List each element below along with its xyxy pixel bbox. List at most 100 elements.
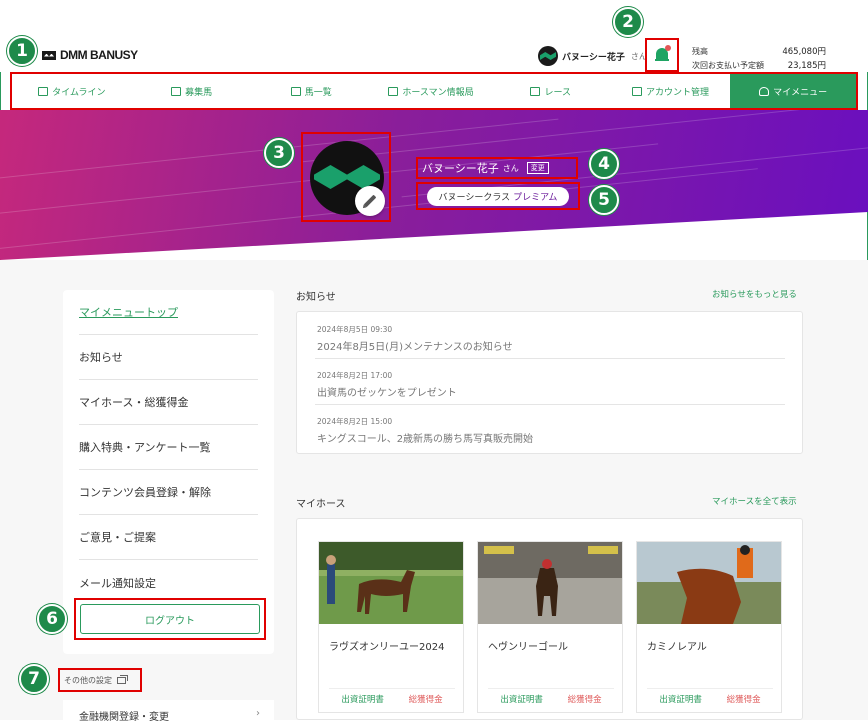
logo-text: DMM BANUSY: [60, 48, 138, 62]
scheduled-value: 23,185円: [787, 61, 826, 71]
other-settings-label: その他の設定: [64, 675, 112, 685]
logout-highlight: ログアウト: [74, 598, 266, 640]
user-chip[interactable]: バヌーシー花子 さん: [538, 46, 647, 66]
sidebar-item-notices[interactable]: お知らせ: [79, 335, 258, 380]
news-title: キングスコール、2歳新馬の勝ち馬写真販売開始: [317, 434, 534, 445]
balance-value: 465,080円: [782, 47, 826, 57]
card-icon: [631, 86, 642, 96]
external-window-icon: [117, 674, 128, 684]
profile-name-row: バヌーシー花子 さん 変更: [416, 157, 578, 179]
chevron-right-icon: ›: [256, 708, 260, 719]
horse-name: ヘヴンリーゴール: [488, 642, 568, 653]
nav-my-menu[interactable]: マイメニュー: [730, 74, 857, 108]
horse-photo: [478, 542, 622, 624]
earnings-link[interactable]: 総獲得金: [409, 693, 443, 705]
certificate-link[interactable]: 出資証明書: [659, 693, 702, 705]
nav-horseman-info[interactable]: ホースマン情報局: [371, 74, 491, 108]
nav-recruit-horses[interactable]: 募集馬: [132, 74, 252, 108]
other-settings-link[interactable]: その他の設定: [58, 668, 142, 692]
logout-button[interactable]: ログアウト: [80, 604, 260, 634]
nav-horse-list[interactable]: 馬一覧: [251, 74, 371, 108]
class-prefix: バヌーシークラス: [438, 192, 511, 203]
sidebar-item-feedback[interactable]: ご意見・ご提案: [79, 515, 258, 560]
sidebar-item-bank[interactable]: 金融機関登録・変更 ›: [63, 700, 274, 723]
nav-label: 募集馬: [185, 87, 213, 98]
horse-icon: [290, 86, 301, 96]
callout-badge-5: 5: [589, 185, 619, 215]
news-title: 出資馬のゼッケンをプレゼント: [317, 388, 457, 399]
sidebar-item-content-membership[interactable]: コンテンツ会員登録・解除: [79, 470, 258, 515]
nav-label: 馬一覧: [304, 87, 332, 98]
nav-label: アカウント管理: [645, 87, 709, 98]
horse-name: カミノレアル: [647, 642, 707, 653]
myhorse-more-link[interactable]: マイホースを全て表示: [712, 495, 797, 507]
callout-badge-2: 2: [613, 7, 643, 37]
timeline-icon: [38, 86, 49, 96]
news-list: 2024年8月5日 09:30 2024年8月5日(月)メンテナンスのお知らせ …: [296, 311, 803, 454]
horse-photo: [637, 542, 781, 624]
horse-name: ラヴズオンリーユー2024: [329, 642, 445, 653]
nav-label: タイムライン: [52, 87, 106, 98]
certificate-link[interactable]: 出資証明書: [500, 693, 543, 705]
news-date: 2024年8月5日 09:30: [317, 325, 393, 334]
membership-class-pill[interactable]: バヌーシークラス プレミアム: [426, 186, 570, 206]
callout-badge-6: 6: [37, 604, 67, 634]
nav-label: レース: [544, 87, 572, 98]
person-icon: [759, 86, 770, 96]
logo-mark-icon: [42, 50, 56, 60]
notification-highlight: [645, 38, 679, 72]
news-more-link[interactable]: お知らせをもっと見る: [712, 288, 797, 300]
nav-label: ホースマン情報局: [402, 87, 474, 98]
profile-name: バヌーシー花子: [422, 162, 499, 175]
top-header: DMM BANUSY バヌーシー花子 さん 残高 465,080円 次回お支払い予…: [0, 0, 868, 72]
bell-icon[interactable]: [655, 45, 671, 63]
horse-card[interactable]: ラヴズオンリーユー2024 出資証明書 総獲得金: [318, 541, 464, 713]
global-nav: タイムライン 募集馬 馬一覧 ホースマン情報局 レース アカウント管理 マイメニ…: [10, 72, 858, 110]
callout-badge-3: 3: [264, 138, 294, 168]
news-date: 2024年8月2日 17:00: [317, 371, 393, 380]
myhorse-list: ラヴズオンリーユー2024 出資証明書 総獲得金 ヘヴンリーゴール 出資証明書 …: [296, 518, 803, 720]
horse-links: 出資証明書 総獲得金: [647, 688, 773, 705]
horse-card[interactable]: カミノレアル 出資証明書 総獲得金: [636, 541, 782, 713]
nav-label: マイメニュー: [773, 87, 828, 98]
nav-race[interactable]: レース: [491, 74, 611, 108]
scheduled-label: 次回お支払い予定額: [692, 60, 764, 70]
header-user-name: バヌーシー花子: [562, 52, 625, 63]
callout-badge-7: 7: [19, 664, 49, 694]
horse-links: 出資証明書 総獲得金: [488, 688, 614, 705]
sidebar-item-my-menu-top[interactable]: マイメニュートップ: [79, 290, 258, 335]
sidebar-item-my-horse[interactable]: マイホース・総獲得金: [79, 380, 258, 425]
edit-avatar-button[interactable]: [355, 186, 385, 216]
callout-badge-4: 4: [589, 149, 619, 179]
nav-timeline[interactable]: タイムライン: [12, 74, 132, 108]
news-section-title: お知らせ: [296, 292, 336, 303]
profile-suffix: さん: [502, 163, 519, 173]
news-title: 2024年8月5日(月)メンテナンスのお知らせ: [317, 342, 513, 353]
nav-account[interactable]: アカウント管理: [611, 74, 731, 108]
class-value: プレミアム: [513, 192, 558, 203]
sidebar-item-benefits[interactable]: 購入特典・アンケート一覧: [79, 425, 258, 470]
balance-label: 残高: [692, 46, 708, 56]
flag-icon: [530, 86, 541, 96]
callout-badge-1: 1: [7, 36, 37, 66]
news-item[interactable]: 2024年8月2日 15:00 キングスコール、2歳新馬の勝ち馬写真販売開始: [315, 408, 785, 451]
horse-photo: [319, 542, 463, 624]
earnings-link[interactable]: 総獲得金: [727, 693, 761, 705]
news-item[interactable]: 2024年8月2日 17:00 出資馬のゼッケンをプレゼント: [315, 362, 785, 405]
certificate-link[interactable]: 出資証明書: [341, 693, 384, 705]
horse-links: 出資証明書 総獲得金: [329, 688, 455, 705]
horse-card[interactable]: ヘヴンリーゴール 出資証明書 総獲得金: [477, 541, 623, 713]
avatar-highlight: [301, 132, 391, 222]
balance-panel: 残高 465,080円 次回お支払い予定額 23,185円: [692, 44, 826, 72]
pencil-icon: [363, 194, 377, 208]
news-item[interactable]: 2024年8月5日 09:30 2024年8月5日(月)メンテナンスのお知らせ: [315, 316, 785, 359]
class-highlight: バヌーシークラス プレミアム: [416, 182, 580, 210]
earnings-link[interactable]: 総獲得金: [568, 693, 602, 705]
avatar-small: [538, 46, 558, 66]
brand-logo[interactable]: DMM BANUSY: [42, 48, 138, 62]
bank-label: 金融機関登録・変更: [79, 712, 169, 723]
myhorse-section-title: マイホース: [296, 499, 346, 510]
change-name-button[interactable]: 変更: [526, 162, 549, 174]
wallet-icon: [171, 86, 182, 96]
info-icon: [388, 86, 399, 96]
